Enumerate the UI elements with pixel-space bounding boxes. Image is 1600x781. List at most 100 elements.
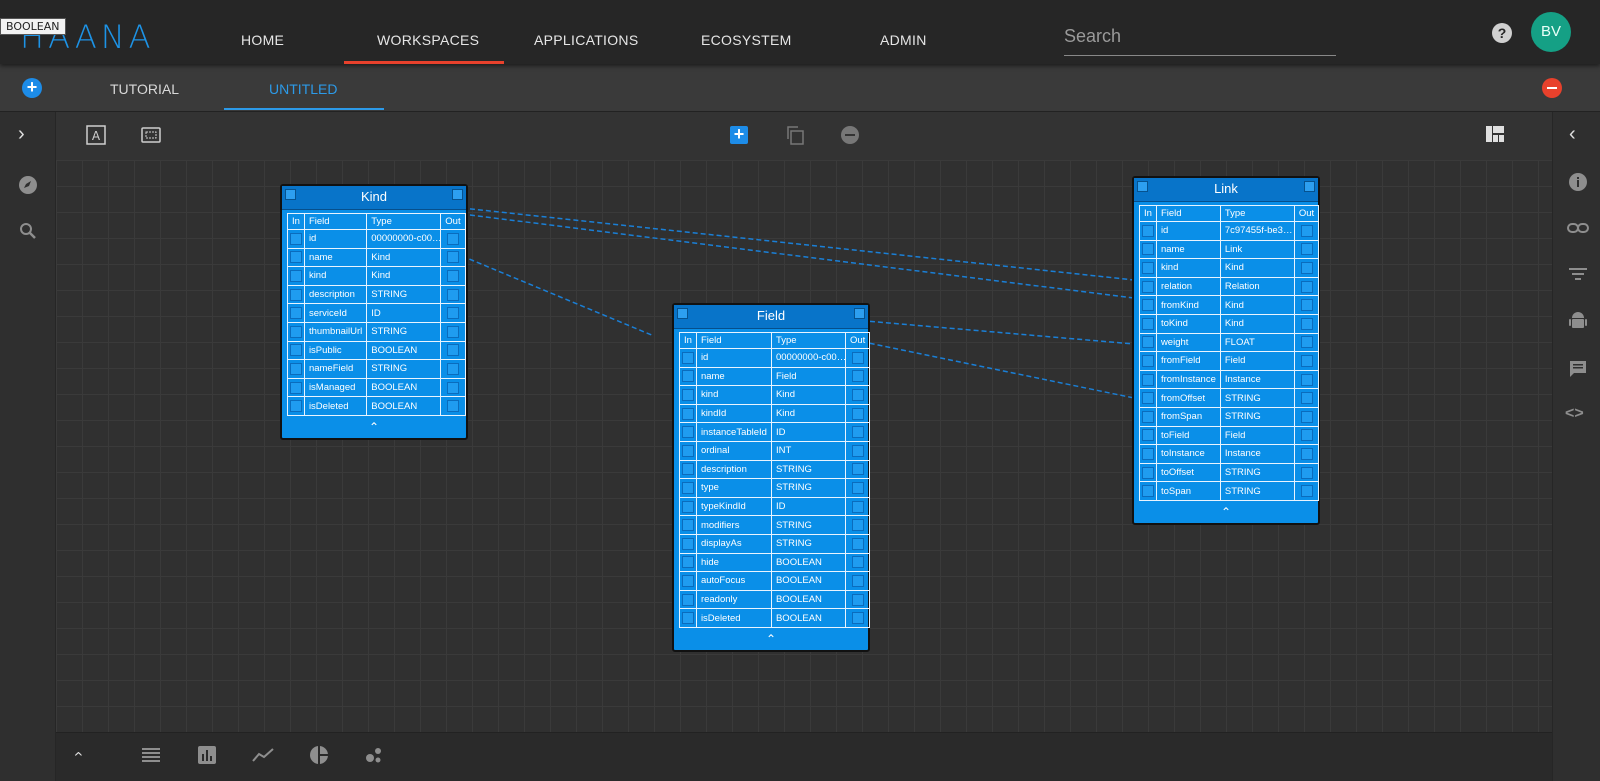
out-port-checkbox[interactable] (1300, 336, 1313, 349)
in-port-checkbox[interactable] (1141, 373, 1154, 386)
in-port-checkbox[interactable] (681, 351, 694, 364)
out-port-checkbox[interactable] (1300, 224, 1313, 237)
out-port-checkbox[interactable] (851, 612, 864, 625)
table-row[interactable]: fromField Field (1139, 351, 1320, 371)
layout-icon[interactable] (1486, 126, 1504, 142)
out-port-checkbox[interactable] (851, 370, 864, 383)
add-tab-icon[interactable]: + (22, 78, 42, 98)
in-port-checkbox[interactable] (681, 463, 694, 476)
out-port-checkbox[interactable] (851, 500, 864, 513)
out-port-checkbox[interactable] (1300, 392, 1313, 405)
table-row[interactable]: fromInstance Instance (1139, 369, 1320, 390)
table-row[interactable]: isDeleted BOOLEAN (287, 396, 466, 416)
out-port-checkbox[interactable] (1300, 280, 1313, 293)
out-port-checkbox[interactable] (1300, 373, 1313, 386)
in-port-checkbox[interactable] (681, 407, 694, 420)
out-port-checkbox[interactable] (1300, 485, 1313, 498)
table-row[interactable]: displayAs STRING (679, 533, 871, 554)
table-row[interactable]: instanceTableId ID (679, 422, 871, 442)
out-port-checkbox[interactable] (1300, 410, 1313, 423)
in-port-checkbox[interactable] (1141, 336, 1154, 349)
nav-home[interactable]: HOME (241, 32, 284, 48)
nav-admin[interactable]: ADMIN (880, 32, 927, 48)
out-port-checkbox[interactable] (446, 269, 459, 282)
collapse-panel-icon[interactable]: ‹ (1569, 123, 1576, 146)
out-port-checkbox[interactable] (1300, 354, 1313, 367)
table-row[interactable]: id 00000000-c00… (287, 229, 466, 249)
bar-chart-icon[interactable] (198, 746, 216, 764)
out-port-checkbox[interactable] (446, 288, 459, 301)
table-row[interactable]: isDeleted BOOLEAN (679, 608, 871, 628)
in-port-checkbox[interactable] (1141, 243, 1154, 256)
out-port-checkbox[interactable] (446, 307, 459, 320)
in-port-checkbox[interactable] (1141, 224, 1154, 237)
nav-workspaces[interactable]: WORKSPACES (377, 32, 479, 48)
in-port-checkbox[interactable] (289, 400, 302, 413)
table-row[interactable]: kindId Kind (679, 403, 871, 424)
nav-ecosystem[interactable]: ECOSYSTEM (701, 32, 792, 48)
code-icon[interactable]: <> (1565, 405, 1584, 423)
in-port-checkbox[interactable] (1141, 485, 1154, 498)
out-port-checkbox[interactable] (1300, 317, 1313, 330)
collapse-node-icon[interactable]: ⌃ (282, 416, 466, 438)
text-select-icon[interactable]: A (85, 124, 107, 146)
remove-icon[interactable] (840, 125, 860, 145)
table-row[interactable]: readonly BOOLEAN (679, 589, 871, 610)
collapse-node-icon[interactable]: ⌃ (1134, 501, 1318, 523)
table-row[interactable]: toSpan STRING (1139, 481, 1320, 501)
search-icon[interactable] (19, 222, 37, 240)
in-port-checkbox[interactable] (681, 500, 694, 513)
out-port-checkbox[interactable] (1300, 299, 1313, 312)
copy-icon[interactable] (784, 124, 806, 146)
in-port-checkbox[interactable] (289, 362, 302, 375)
out-port-checkbox[interactable] (1300, 429, 1313, 442)
table-row[interactable]: weight FLOAT (1139, 332, 1320, 353)
diagram-canvas[interactable]: Kind In Field Type Out id 00000000-c00… name Kin… (56, 160, 1552, 732)
out-port-checkbox[interactable] (851, 444, 864, 457)
in-port-checkbox[interactable] (681, 388, 694, 401)
expand-sidebar-icon[interactable]: › (18, 123, 25, 146)
table-row[interactable]: hide BOOLEAN (679, 552, 871, 573)
in-port-checkbox[interactable] (289, 288, 302, 301)
in-port-checkbox[interactable] (1141, 261, 1154, 274)
table-row[interactable]: id 00000000-c00… (679, 348, 871, 368)
in-port-checkbox[interactable] (1141, 392, 1154, 405)
out-port-checkbox[interactable] (851, 388, 864, 401)
out-port-checkbox[interactable] (851, 407, 864, 420)
table-row[interactable]: kind Kind (287, 266, 466, 286)
tab-untitled[interactable]: UNTITLED (269, 81, 337, 97)
out-port-checkbox[interactable] (851, 537, 864, 550)
in-port-checkbox[interactable] (1141, 447, 1154, 460)
table-row[interactable]: name Kind (287, 247, 466, 268)
in-port-checkbox[interactable] (681, 519, 694, 532)
add-node-icon[interactable]: + (730, 125, 748, 144)
help-icon[interactable]: ? (1492, 23, 1512, 43)
in-port-checkbox[interactable] (289, 325, 302, 338)
out-port-checkbox[interactable] (446, 344, 459, 357)
close-tab-icon[interactable] (1542, 78, 1562, 98)
in-port-checkbox[interactable] (289, 381, 302, 394)
table-row[interactable]: ordinal INT (679, 440, 871, 461)
out-port-checkbox[interactable] (446, 362, 459, 375)
info-icon[interactable] (1568, 172, 1588, 192)
in-port-checkbox[interactable] (1141, 410, 1154, 423)
out-port-checkbox[interactable] (446, 381, 459, 394)
line-chart-icon[interactable] (252, 747, 274, 763)
pie-chart-icon[interactable] (309, 745, 329, 765)
user-avatar[interactable]: BV (1531, 12, 1571, 52)
in-port-checkbox[interactable] (681, 481, 694, 494)
field-node[interactable]: Field In Field Type Out id 00000000-c00… name Fi… (672, 303, 871, 652)
table-row[interactable]: name Field (679, 366, 871, 387)
in-port-checkbox[interactable] (289, 307, 302, 320)
search-box[interactable] (1064, 26, 1336, 56)
out-port-checkbox[interactable] (851, 519, 864, 532)
in-port-checkbox[interactable] (681, 574, 694, 587)
filter-icon[interactable] (1568, 266, 1588, 282)
in-port-checkbox[interactable] (681, 537, 694, 550)
table-row[interactable]: nameField STRING (287, 359, 466, 379)
scatter-icon[interactable] (364, 745, 384, 765)
comment-icon[interactable] (1568, 359, 1588, 379)
table-row[interactable]: name Link (1139, 239, 1320, 260)
out-port-checkbox[interactable] (446, 325, 459, 338)
out-port-checkbox[interactable] (851, 593, 864, 606)
